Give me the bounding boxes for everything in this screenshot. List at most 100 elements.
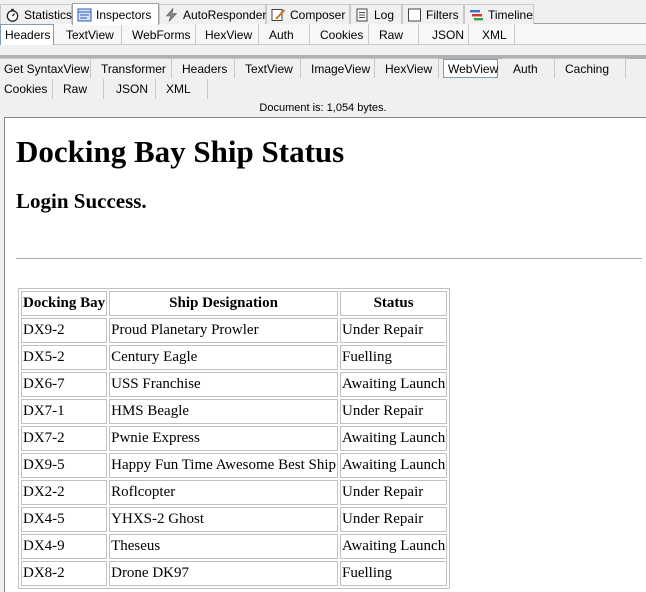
- cell-ship-designation: HMS Beagle: [109, 399, 339, 424]
- cell-status: Under Repair: [340, 399, 448, 424]
- tab-autoresponder[interactable]: AutoResponder: [159, 4, 266, 24]
- resp-tab-xml[interactable]: XML: [156, 79, 208, 99]
- tab-label: Auth: [269, 27, 294, 42]
- cell-status: Awaiting Launch: [340, 426, 448, 451]
- req-tab-xml[interactable]: XML: [469, 24, 515, 45]
- tab-label: Raw: [63, 82, 88, 96]
- tab-label: Cookies: [4, 82, 48, 96]
- page-title: Docking Bay Ship Status: [16, 134, 345, 169]
- tab-label: Cookies: [320, 27, 364, 42]
- tab-label: JSON: [432, 27, 465, 42]
- cell-status: Awaiting Launch: [340, 534, 448, 559]
- tab-label: Transformer: [101, 61, 166, 76]
- cell-docking-bay: DX9-2: [21, 318, 108, 343]
- cell-status: Awaiting Launch: [340, 453, 448, 478]
- log-icon: [355, 8, 370, 22]
- main-tab-bar: Statistics Inspectors AutoResponder Comp…: [0, 3, 646, 25]
- tab-label: TextView: [66, 27, 114, 42]
- resp-tab-cookies[interactable]: Cookies: [0, 79, 53, 99]
- tab-log[interactable]: Log: [350, 4, 402, 24]
- tab-label: Auth: [513, 61, 538, 76]
- tab-label: Log: [374, 7, 395, 22]
- cell-status: Fuelling: [340, 561, 448, 586]
- req-tab-textview[interactable]: TextView: [54, 24, 122, 45]
- cell-status: Under Repair: [340, 480, 448, 505]
- lightning-icon: [164, 6, 179, 22]
- webview-pane[interactable]: Docking Bay Ship Status Login Success. D…: [4, 117, 646, 592]
- tab-label: HexView: [385, 61, 433, 76]
- table-row: DX2-2 Roflcopter Under Repair: [21, 480, 448, 505]
- cell-ship-designation: YHXS-2 Ghost: [109, 507, 339, 532]
- req-tab-hexview[interactable]: HexView: [196, 24, 259, 45]
- cell-status: Under Repair: [340, 507, 448, 532]
- resp-tab-caching[interactable]: Caching: [555, 58, 626, 78]
- divider: [16, 258, 642, 259]
- tab-label: JSON: [116, 82, 149, 96]
- cell-ship-designation: USS Franchise: [109, 372, 339, 397]
- resp-tab-imageview[interactable]: ImageView: [301, 58, 375, 78]
- tab-label: WebForms: [132, 27, 191, 42]
- cell-docking-bay: DX8-2: [21, 561, 108, 586]
- table-row: DX4-9 Theseus Awaiting Launch: [21, 534, 448, 559]
- resp-tab-hexview[interactable]: HexView: [375, 58, 439, 78]
- resp-tab-textview[interactable]: TextView: [235, 58, 301, 78]
- resp-tab-raw[interactable]: Raw: [53, 79, 104, 99]
- tab-statistics[interactable]: Statistics: [0, 4, 72, 24]
- req-tab-headers[interactable]: Headers: [0, 24, 54, 45]
- cell-ship-designation: Century Eagle: [109, 345, 339, 370]
- table-row: DX4-5 YHXS-2 Ghost Under Repair: [21, 507, 448, 532]
- tab-filters[interactable]: Filters: [402, 4, 464, 24]
- tab-label: Headers: [5, 28, 51, 42]
- tab-label: Raw: [379, 27, 404, 42]
- tab-label: XML: [166, 82, 191, 96]
- cell-docking-bay: DX4-9: [21, 534, 108, 559]
- cell-ship-designation: Roflcopter: [109, 480, 339, 505]
- cell-ship-designation: Proud Planetary Prowler: [109, 318, 339, 343]
- tab-label: Get SyntaxView: [4, 61, 90, 76]
- req-tab-cookies[interactable]: Cookies: [310, 24, 369, 45]
- resp-tab-get-syntaxview[interactable]: Get SyntaxView: [0, 58, 91, 78]
- tab-label: Inspectors: [96, 7, 152, 22]
- tab-label: HexView: [205, 27, 253, 42]
- compose-icon: [271, 8, 286, 22]
- tab-label: AutoResponder: [183, 7, 267, 22]
- table-header-row: Docking Bay Ship Designation Status: [21, 291, 448, 316]
- cell-ship-designation: Theseus: [109, 534, 339, 559]
- tab-inspectors[interactable]: Inspectors: [72, 3, 159, 25]
- document-size-label: Document is: 1,054 bytes.: [259, 102, 387, 114]
- tab-label: Headers: [182, 61, 228, 76]
- cell-status: Awaiting Launch: [340, 372, 448, 397]
- resp-tab-transformer[interactable]: Transformer: [91, 58, 172, 78]
- resp-tab-json[interactable]: JSON: [104, 79, 156, 99]
- tab-timeline[interactable]: Timeline: [464, 4, 534, 24]
- tab-label: Caching: [565, 61, 610, 76]
- response-tab-bar-row1: Get SyntaxView Transformer Headers TextV…: [0, 58, 646, 79]
- inspectors-icon: [77, 8, 92, 22]
- checkbox-icon: [407, 8, 422, 22]
- tab-label: Composer: [290, 7, 346, 22]
- table-row: DX9-2 Proud Planetary Prowler Under Repair: [21, 318, 448, 343]
- resp-tab-headers[interactable]: Headers: [172, 58, 235, 78]
- cell-docking-bay: DX5-2: [21, 345, 108, 370]
- cell-ship-designation: Drone DK97: [109, 561, 339, 586]
- req-tab-json[interactable]: JSON: [419, 24, 469, 45]
- req-tab-auth[interactable]: Auth: [259, 24, 310, 45]
- table-row: DX6-7 USS Franchise Awaiting Launch: [21, 372, 448, 397]
- tab-label: Statistics: [24, 7, 73, 22]
- tab-composer[interactable]: Composer: [266, 4, 350, 24]
- tab-label: Filters: [426, 7, 459, 22]
- table-row: DX9-5 Happy Fun Time Awesome Best Ship Awa…: [21, 453, 448, 478]
- table-row: DX5-2 Century Eagle Fuelling: [21, 345, 448, 370]
- cell-docking-bay: DX4-5: [21, 507, 108, 532]
- req-tab-webforms[interactable]: WebForms: [122, 24, 196, 45]
- resp-tab-webview[interactable]: WebView: [443, 59, 498, 78]
- cell-docking-bay: DX7-2: [21, 426, 108, 451]
- tab-label: XML: [482, 27, 507, 42]
- column-header-docking-bay: Docking Bay: [21, 291, 108, 316]
- table-row: DX7-1 HMS Beagle Under Repair: [21, 399, 448, 424]
- ship-status-table: Docking Bay Ship Designation Status DX9-…: [18, 288, 451, 589]
- resp-tab-auth[interactable]: Auth: [503, 58, 555, 78]
- req-tab-raw[interactable]: Raw: [369, 24, 419, 45]
- column-header-ship-designation: Ship Designation: [109, 291, 339, 316]
- tab-label: WebView: [448, 61, 499, 76]
